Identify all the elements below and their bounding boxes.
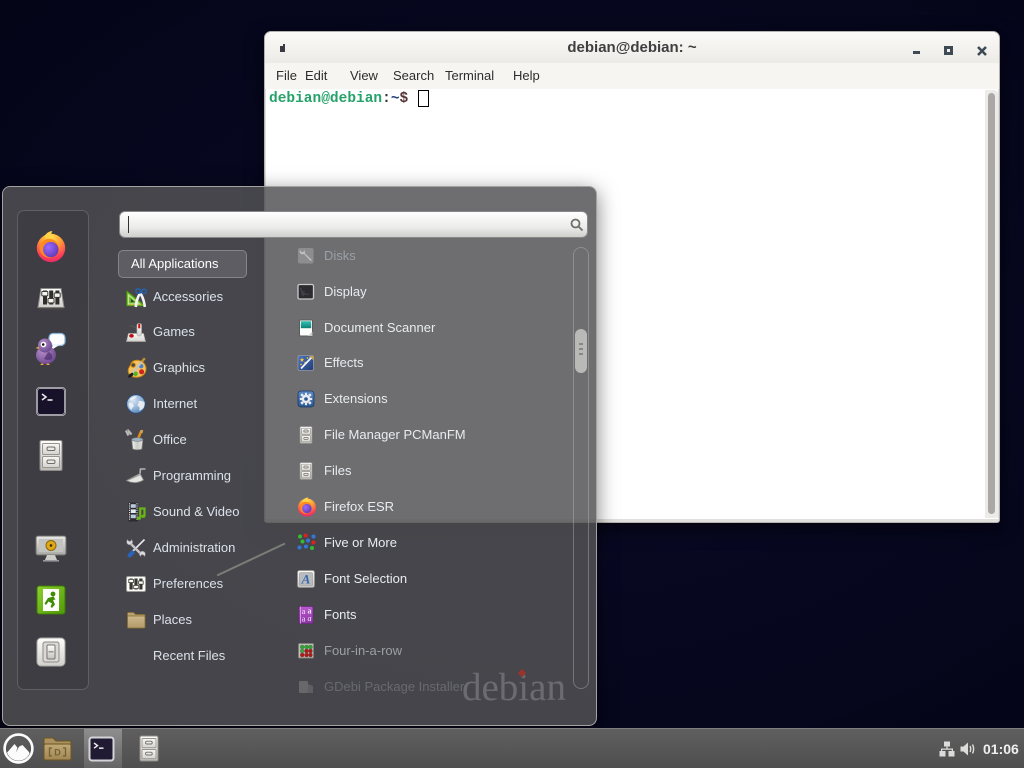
svg-text:A: A xyxy=(301,572,311,587)
svg-text:a: a xyxy=(302,615,306,624)
svg-text:D: D xyxy=(54,748,61,758)
svg-text:a: a xyxy=(308,614,312,623)
